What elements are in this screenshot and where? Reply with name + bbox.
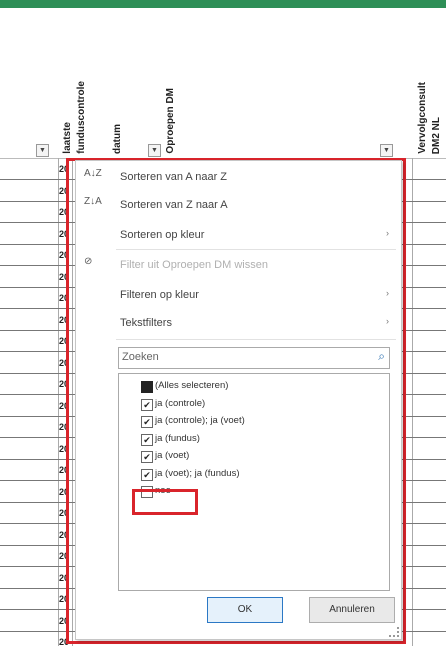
checkbox[interactable]: ✔ — [141, 433, 153, 446]
menu-separator — [116, 249, 396, 250]
menu-item-label: Sorteren van Z naar A — [120, 199, 228, 211]
column-header-dm2-nl: DM2 NL — [431, 116, 442, 154]
search-icon: ⌕ — [378, 349, 385, 363]
column-header-area: laatste funduscontrole datum Oproepen DM… — [0, 8, 446, 159]
menu-item[interactable]: Tekstfilters › — [76, 313, 401, 335]
filter-dropdown-button[interactable]: ▼ — [148, 144, 161, 157]
menu-item[interactable]: A↓Z Sorteren van A naar Z — [76, 167, 401, 189]
menu-separator — [116, 339, 396, 340]
submenu-arrow-icon: › — [386, 316, 389, 326]
sort-za-icon: Z↓A — [84, 196, 102, 207]
nee-highlight-box — [132, 489, 198, 515]
menu-item[interactable]: Z↓A Sorteren van Z naar A — [76, 195, 401, 217]
column-header-laatste: laatste — [62, 122, 73, 154]
column-header-oproepen-dm: Oproepen DM — [165, 88, 176, 154]
search-placeholder: Zoeken — [122, 351, 159, 363]
search-input[interactable]: Zoeken ⌕ — [118, 347, 390, 369]
filter-dropdown-button[interactable]: ▼ — [36, 144, 49, 157]
submenu-arrow-icon: › — [386, 228, 389, 238]
filter-value-label: ja (controle); ja (voet) — [155, 415, 245, 426]
column-header-datum: datum — [112, 124, 123, 154]
checkbox[interactable]: ✔ — [141, 416, 153, 428]
resize-grip-icon[interactable] — [389, 627, 399, 637]
menu-item-label: Sorteren van A naar Z — [120, 171, 228, 183]
filter-value-label: ja (controle) — [155, 397, 206, 409]
clear-filter-icon: ⊘ — [84, 256, 93, 267]
menu-item-label: Sorteren op kleur — [120, 229, 205, 241]
checkbox[interactable]: ✔ — [141, 398, 153, 411]
filter-value-label: ja (fundus) — [155, 432, 200, 444]
menu-item-label: Filteren op kleur — [120, 289, 199, 301]
filter-value-list: (Alles selecteren) ✔ ja (controle) ✔ ja (con… — [118, 373, 390, 591]
column-header-funduscontrole: funduscontrole — [76, 81, 87, 154]
spreadsheet: laatste funduscontrole datum Oproepen DM… — [0, 8, 446, 646]
menu-item: ⊘ Filter uit Oproepen DM wissen — [76, 255, 401, 277]
submenu-arrow-icon: › — [386, 288, 389, 298]
checkbox[interactable] — [141, 381, 153, 393]
sort-az-icon: A↓Z — [84, 168, 102, 179]
filter-value-label: ja (voet) — [155, 450, 190, 461]
excel-header-bar — [0, 0, 446, 8]
filter-dropdown-button-active[interactable]: ▼ — [380, 144, 393, 157]
checkbox[interactable]: ✔ — [141, 468, 153, 481]
menu-item[interactable]: Sorteren op kleur › — [76, 225, 401, 247]
autofilter-menu: A↓Z Sorteren van A naar Z Z↓A Sorteren van … — [75, 160, 402, 640]
filter-value-label: (Alles selecteren) — [155, 380, 229, 391]
column-header-vervolgconsult: Vervolgconsult — [417, 82, 428, 154]
ok-button[interactable]: OK — [207, 597, 283, 623]
filter-value-label: ja (voet); ja (fundus) — [155, 467, 240, 479]
checkbox[interactable]: ✔ — [141, 451, 153, 463]
menu-item-label: Tekstfilters — [120, 317, 172, 329]
cancel-button[interactable]: Annuleren — [309, 597, 395, 623]
menu-item[interactable]: Filteren op kleur › — [76, 285, 401, 307]
menu-item-label: Filter uit Oproepen DM wissen — [120, 259, 268, 271]
